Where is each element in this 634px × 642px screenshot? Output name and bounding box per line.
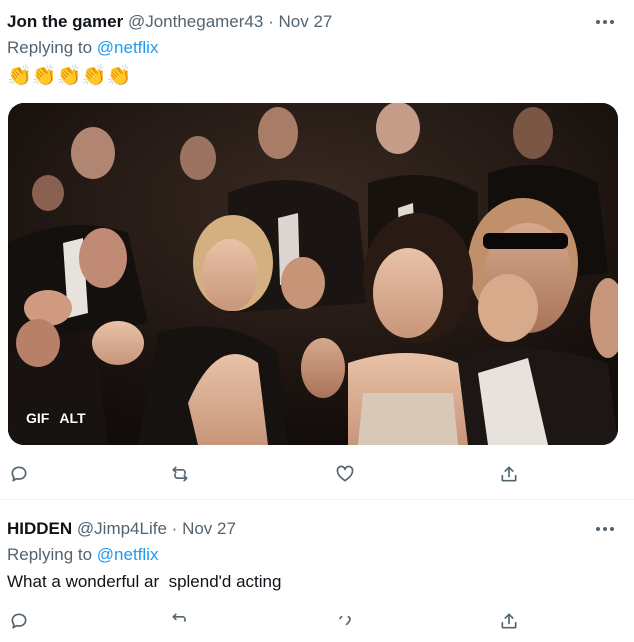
like-button[interactable]: [333, 609, 357, 633]
audience-applauding-image: [8, 103, 618, 445]
tweet-date[interactable]: Nov 27: [278, 12, 332, 31]
gif-badge: GIF: [26, 410, 50, 426]
user-handle[interactable]: @Jimp4Life: [77, 519, 167, 538]
media-badges: GIF ALT: [26, 410, 86, 426]
heart-icon: [339, 616, 351, 626]
tweet-actions: [0, 609, 634, 633]
mention-link[interactable]: @netflix: [97, 545, 159, 564]
separator-dot: ·: [171, 519, 178, 538]
clapping-emoji-text: 👏👏👏👏👏: [7, 65, 132, 87]
share-button[interactable]: [497, 609, 521, 633]
separator-dot: ·: [268, 12, 274, 31]
mention-link[interactable]: @netflix: [97, 38, 159, 57]
replying-to: Replying to @netflix: [7, 38, 158, 58]
share-icon: [501, 613, 517, 629]
tweet-header: HIDDEN @Jimp4Life · Nov 27: [7, 519, 236, 539]
like-button[interactable]: [333, 462, 357, 486]
retweet-icon: [172, 613, 186, 622]
tweet-text: What a wonderful ar splend'd acting: [7, 572, 282, 591]
more-horizontal-icon: [596, 20, 614, 24]
reply-bubble-icon: [11, 613, 27, 629]
tweet-actions: [0, 462, 634, 486]
tweet-header: Jon the gamer @Jonthegamer43 · Nov 27: [7, 12, 332, 32]
display-name[interactable]: HIDDEN: [7, 519, 72, 538]
display-name[interactable]: Jon the gamer: [7, 12, 123, 31]
retweet-button[interactable]: [168, 609, 192, 633]
heart-icon: [336, 465, 354, 482]
more-horizontal-icon: [596, 527, 614, 531]
user-handle[interactable]: @Jonthegamer43: [128, 12, 263, 31]
reply-button[interactable]: [7, 609, 31, 633]
tweet-date[interactable]: Nov 27: [182, 519, 236, 538]
retweet-button[interactable]: [168, 462, 192, 486]
gif-media[interactable]: GIF ALT: [8, 103, 618, 445]
alt-badge[interactable]: ALT: [59, 410, 85, 426]
replying-to-label: Replying to: [7, 545, 97, 564]
retweet-icon: [172, 466, 188, 482]
more-options-button[interactable]: [592, 519, 618, 539]
tweet[interactable]: HIDDEN @Jimp4Life · Nov 27 Replying to @…: [0, 500, 634, 642]
reply-bubble-icon: [11, 466, 27, 482]
more-options-button[interactable]: [592, 12, 618, 32]
share-icon: [501, 466, 517, 482]
reply-button[interactable]: [7, 462, 31, 486]
replying-to-label: Replying to: [7, 38, 97, 57]
tweet[interactable]: Jon the gamer @Jonthegamer43 · Nov 27 Re…: [0, 0, 634, 500]
replying-to: Replying to @netflix: [7, 545, 158, 565]
share-button[interactable]: [497, 462, 521, 486]
